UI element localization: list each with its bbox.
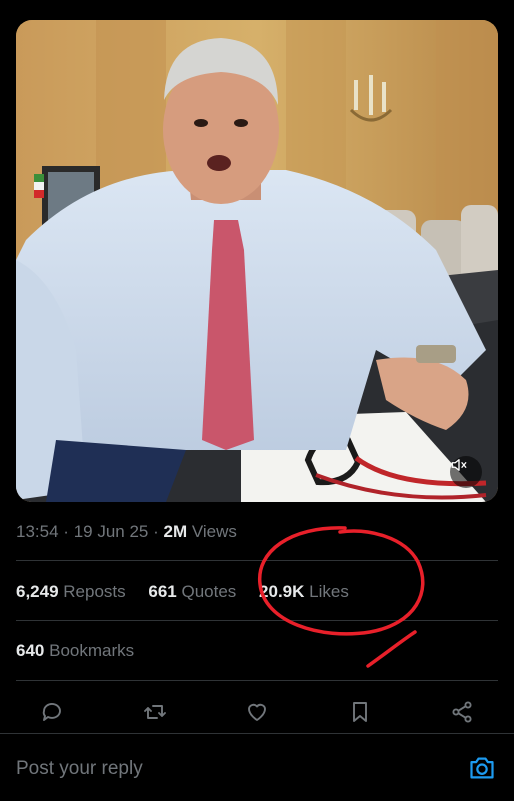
reposts-count: 6,249 — [16, 582, 59, 601]
video-player[interactable] — [16, 20, 498, 502]
action-bar — [16, 694, 498, 730]
bookmarks-count: 640 — [16, 641, 45, 660]
reply-input[interactable]: Post your reply — [16, 758, 143, 780]
likes-label: Likes — [309, 582, 349, 601]
meta-separator: · — [153, 522, 159, 541]
quotes-count: 661 — [148, 582, 177, 601]
like-button[interactable] — [243, 698, 271, 726]
reposts-stat[interactable]: 6,249 Reposts — [16, 582, 130, 601]
quotes-stat[interactable]: 661 Quotes — [148, 582, 241, 601]
share-button[interactable] — [448, 698, 476, 726]
bookmark-button[interactable] — [346, 698, 374, 726]
divider — [16, 680, 498, 681]
bookmarks-stat[interactable]: 640 Bookmarks — [16, 641, 134, 661]
engagement-stats: 6,249 Reposts 661 Quotes 20.9K Likes — [16, 582, 367, 602]
divider — [16, 560, 498, 561]
meta-separator: · — [63, 522, 69, 541]
camera-icon — [470, 757, 494, 779]
views-count: 2M — [163, 522, 188, 541]
share-icon — [452, 701, 472, 723]
divider — [16, 620, 498, 621]
reposts-label: Reposts — [63, 582, 126, 601]
mute-button[interactable] — [450, 456, 482, 488]
quotes-label: Quotes — [181, 582, 237, 601]
reply-icon — [42, 703, 61, 721]
bookmarks-label: Bookmarks — [49, 641, 135, 660]
video-frame — [16, 20, 498, 502]
muted-speaker-icon — [451, 459, 467, 471]
post-meta: 13:54 · 19 Jun 25 · 2M Views — [16, 522, 237, 542]
views-label: Views — [191, 522, 237, 541]
bookmark-icon — [352, 702, 367, 722]
camera-button[interactable] — [468, 754, 496, 782]
post-time[interactable]: 13:54 — [16, 522, 59, 541]
likes-stat[interactable]: 20.9K Likes — [259, 582, 349, 601]
heart-icon — [248, 703, 266, 721]
repost-button[interactable] — [141, 698, 169, 726]
likes-count: 20.9K — [259, 582, 305, 601]
post-date[interactable]: 19 Jun 25 — [74, 522, 149, 541]
reply-composer[interactable]: Post your reply — [0, 733, 514, 801]
repost-icon — [143, 705, 166, 719]
reply-button[interactable] — [38, 698, 66, 726]
